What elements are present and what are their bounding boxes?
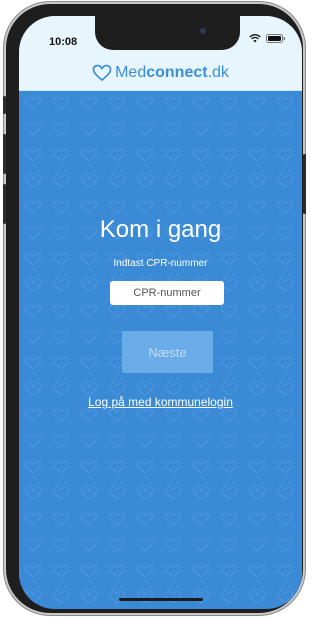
status-time: 10:08 xyxy=(49,36,78,48)
status-icons xyxy=(249,34,286,43)
page-title: Kom i gang xyxy=(99,216,222,243)
heart-logo-icon xyxy=(92,64,112,82)
side-button-left-2 xyxy=(3,134,6,174)
phone-frame: 10:08 Medconnect.dk Kom i gang Indtast C… xyxy=(3,4,306,613)
medconnect-logo[interactable]: Medconnect.dk xyxy=(92,64,229,82)
home-indicator xyxy=(119,598,203,601)
logo-text-med: Med xyxy=(115,64,147,81)
screen: 10:08 Medconnect.dk Kom i gang Indtast C… xyxy=(19,16,302,609)
municipal-login-link[interactable]: Log på med kommunelogin xyxy=(19,395,302,409)
front-camera xyxy=(200,28,206,34)
cpr-instruction: Indtast CPR-nummer xyxy=(113,258,208,269)
wifi-icon xyxy=(249,34,261,43)
cpr-input[interactable] xyxy=(110,281,224,305)
notch xyxy=(95,16,240,50)
app-header: Medconnect.dk xyxy=(19,56,302,91)
side-button-right xyxy=(303,154,306,214)
login-panel: Kom i gang Indtast CPR-nummer Næste Log … xyxy=(19,91,302,609)
side-button-left-3 xyxy=(3,184,6,224)
logo-text-dk: .dk xyxy=(207,64,229,81)
next-button[interactable]: Næste xyxy=(122,331,213,373)
logo-text-connect: connect xyxy=(146,64,208,81)
side-button-left-1 xyxy=(3,96,6,114)
battery-icon xyxy=(266,34,285,43)
